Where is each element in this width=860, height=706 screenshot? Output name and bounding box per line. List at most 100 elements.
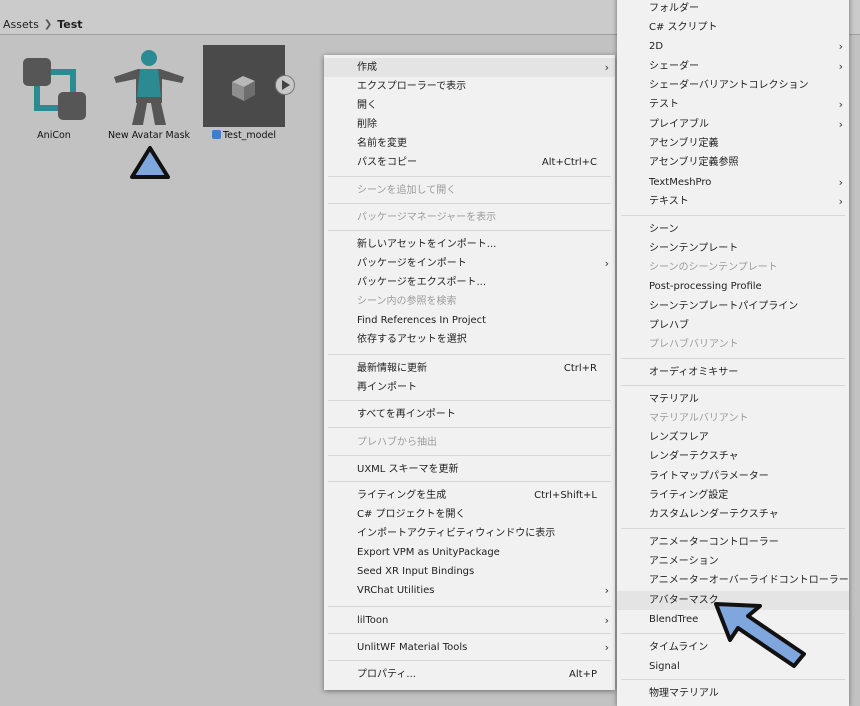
menu-item[interactable]: Find References In Project bbox=[324, 311, 615, 330]
submenu-item[interactable]: テスト › bbox=[617, 95, 849, 114]
menu-item: シーン内の参照を検索 bbox=[324, 292, 615, 311]
submenu-item[interactable]: アセンブリ定義 bbox=[617, 134, 849, 153]
submenu-item[interactable]: C# スクリプト bbox=[617, 18, 849, 37]
menu-item-label: 物理マテリアル bbox=[649, 688, 719, 699]
menu-item[interactable]: 依存するアセットを選択 bbox=[324, 330, 615, 349]
menu-item-label: エクスプローラーで表示 bbox=[357, 81, 467, 92]
menu-item-label: シーン bbox=[649, 224, 679, 235]
submenu-item[interactable]: Post-processing Profile bbox=[617, 277, 849, 296]
chevron-right-icon: › bbox=[838, 176, 843, 189]
menu-item-label: シーン内の参照を検索 bbox=[357, 296, 457, 307]
submenu-item[interactable]: アニメーターオーバーライドコントローラー bbox=[617, 571, 849, 590]
menu-item-label: マテリアル bbox=[649, 394, 699, 405]
asset-item[interactable]: Test_model bbox=[203, 44, 295, 144]
menu-item-label: UnlitWF Material Tools bbox=[357, 642, 468, 653]
menu-item-label: lilToon bbox=[357, 615, 389, 626]
menu-separator bbox=[328, 633, 611, 634]
menu-item: プレハブから抽出 bbox=[324, 433, 615, 452]
menu-item-label: フォルダー bbox=[649, 3, 699, 14]
menu-item[interactable]: UXML スキーマを更新 bbox=[324, 460, 615, 479]
submenu-item[interactable]: 2D › bbox=[617, 37, 849, 56]
submenu-item[interactable]: シーン bbox=[617, 220, 849, 239]
menu-item[interactable]: インポートアクティビティウィンドウに表示 bbox=[324, 524, 615, 543]
submenu-item[interactable]: シーンテンプレート bbox=[617, 239, 849, 258]
submenu-item[interactable]: シェーダーバリアントコレクション bbox=[617, 76, 849, 95]
asset-item[interactable]: AniCon bbox=[20, 44, 88, 144]
menu-item-label: 新しいアセットをインポート... bbox=[357, 239, 497, 250]
submenu-item[interactable]: TextMeshPro › bbox=[617, 173, 849, 192]
submenu-item[interactable]: シーンテンプレートパイプライン bbox=[617, 297, 849, 316]
menu-item-label: シーンテンプレート bbox=[649, 243, 739, 254]
menu-item-label: シーンのシーンテンプレート bbox=[649, 262, 778, 273]
chevron-right-icon: ❯ bbox=[43, 19, 53, 30]
menu-item-label: Seed XR Input Bindings bbox=[357, 566, 475, 577]
submenu-item[interactable]: シェーダー › bbox=[617, 57, 849, 76]
menu-item[interactable]: 新しいアセットをインポート... bbox=[324, 235, 615, 254]
menu-item[interactable]: 再インポート bbox=[324, 378, 615, 397]
asset-item[interactable]: New Avatar Mask bbox=[108, 44, 190, 144]
chevron-right-icon: › bbox=[838, 40, 843, 53]
submenu-item[interactable]: 物理マテリアル bbox=[617, 684, 849, 703]
submenu-item[interactable]: レンダーテクスチャ bbox=[617, 447, 849, 466]
menu-item[interactable]: C# プロジェクトを開く bbox=[324, 505, 615, 524]
menu-item[interactable]: Seed XR Input Bindings bbox=[324, 562, 615, 581]
menu-item[interactable]: エクスプローラーで表示 bbox=[324, 77, 615, 96]
menu-item-label: VRChat Utilities bbox=[357, 585, 435, 596]
menu-item-label: Export VPM as UnityPackage bbox=[357, 547, 500, 558]
menu-item[interactable]: 名前を変更 bbox=[324, 134, 615, 153]
menu-separator bbox=[328, 660, 611, 661]
chevron-right-icon: › bbox=[604, 614, 609, 627]
menu-item[interactable]: 削除 bbox=[324, 115, 615, 134]
menu-item[interactable]: パッケージをインポート › bbox=[324, 254, 615, 273]
menu-item[interactable]: UnlitWF Material Tools › bbox=[324, 638, 615, 657]
menu-item-label: レンダーテクスチャ bbox=[649, 451, 739, 462]
submenu-item[interactable]: プレイアブル › bbox=[617, 115, 849, 134]
menu-item-label: プレハブから抽出 bbox=[357, 437, 437, 448]
menu-item[interactable]: lilToon › bbox=[324, 611, 615, 630]
menu-item[interactable]: 開く bbox=[324, 96, 615, 115]
menu-item-label: ライティングを生成 bbox=[357, 490, 447, 501]
submenu-item[interactable]: テキスト › bbox=[617, 192, 849, 211]
menu-item[interactable]: すべてを再インポート bbox=[324, 405, 615, 424]
submenu-item[interactable]: アニメーション bbox=[617, 552, 849, 571]
chevron-right-icon: › bbox=[838, 60, 843, 73]
menu-item-label: プレイアブル bbox=[649, 119, 709, 130]
chevron-right-icon: › bbox=[838, 195, 843, 208]
menu-item-label: すべてを再インポート bbox=[357, 409, 456, 420]
avatar-mask-icon bbox=[114, 50, 184, 125]
menu-item-label: Find References In Project bbox=[357, 315, 487, 326]
submenu-item[interactable]: アセンブリ定義参照 bbox=[617, 153, 849, 172]
breadcrumb-current[interactable]: Test bbox=[57, 18, 82, 31]
context-menu: 作成 › エクスプローラーで表示開く 削除名前を変更パスをコピー Alt+Ctrl+C シ… bbox=[324, 55, 615, 690]
menu-item-label: プレハブ bbox=[649, 320, 689, 331]
model-preview bbox=[203, 45, 285, 127]
submenu-item[interactable]: プレハブ bbox=[617, 316, 849, 335]
menu-item[interactable]: 最新情報に更新 Ctrl+R bbox=[324, 359, 615, 378]
submenu-item[interactable]: ライトマップパラメーター bbox=[617, 467, 849, 486]
menu-item[interactable]: ライティングを生成 Ctrl+Shift+L bbox=[324, 486, 615, 505]
submenu-item[interactable]: ライティング設定 bbox=[617, 486, 849, 505]
menu-item[interactable]: パスをコピー Alt+Ctrl+C bbox=[324, 153, 615, 172]
menu-item[interactable]: パッケージをエクスポート... bbox=[324, 273, 615, 292]
chevron-right-icon: › bbox=[604, 61, 609, 74]
menu-item-label: カスタムレンダーテクスチャ bbox=[649, 509, 779, 520]
submenu-item[interactable]: アニメーターコントローラー bbox=[617, 533, 849, 552]
menu-separator bbox=[328, 400, 611, 401]
submenu-item[interactable]: レンズフレア bbox=[617, 428, 849, 447]
menu-item-label: UXML スキーマを更新 bbox=[357, 464, 459, 475]
submenu-item[interactable]: マテリアル bbox=[617, 390, 849, 409]
breadcrumb-root[interactable]: Assets bbox=[3, 18, 39, 31]
menu-item[interactable]: Export VPM as UnityPackage bbox=[324, 543, 615, 562]
menu-item-label: アバターマスク bbox=[649, 595, 719, 606]
submenu-item[interactable]: カスタムレンダーテクスチャ bbox=[617, 505, 849, 524]
submenu-item[interactable]: フォルダー bbox=[617, 0, 849, 18]
expand-play-icon[interactable] bbox=[275, 75, 295, 95]
menu-item-label: 名前を変更 bbox=[357, 138, 407, 149]
menu-item[interactable]: VRChat Utilities › bbox=[324, 581, 615, 600]
submenu-item[interactable]: オーディオミキサー bbox=[617, 363, 849, 382]
menu-item[interactable]: 作成 › bbox=[324, 58, 615, 77]
menu-item[interactable]: プロパティ... Alt+P bbox=[324, 665, 615, 684]
menu-item-label: Signal bbox=[649, 661, 680, 672]
menu-separator bbox=[328, 606, 611, 607]
menu-shortcut: Ctrl+R bbox=[563, 363, 597, 374]
